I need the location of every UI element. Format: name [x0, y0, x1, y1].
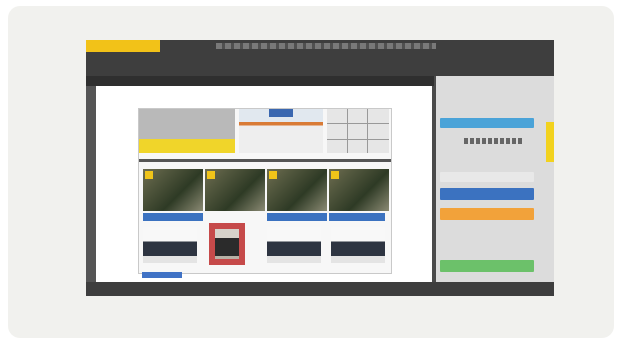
photo-5[interactable] — [143, 227, 197, 263]
properties-panel[interactable] — [436, 76, 554, 282]
left-rail — [86, 86, 96, 282]
photo-7[interactable] — [267, 227, 321, 263]
photo-6[interactable] — [209, 223, 245, 265]
section-divider — [139, 159, 391, 162]
panel-heading — [464, 138, 524, 144]
window-title — [216, 43, 436, 49]
caption-band-3 — [267, 213, 327, 221]
title-bar — [86, 40, 554, 76]
page-footer-logo — [142, 272, 182, 278]
panel-chip-light[interactable] — [440, 172, 534, 182]
photo-4[interactable] — [329, 169, 389, 211]
app-accent-tab[interactable] — [86, 40, 160, 52]
header-banner — [139, 109, 235, 139]
header-title-bar — [139, 139, 235, 153]
photo-8[interactable] — [331, 227, 385, 263]
panel-chip-top-blue[interactable] — [440, 118, 534, 128]
caption-band-4 — [329, 213, 385, 221]
header-table — [327, 109, 389, 153]
caption-band-1 — [143, 213, 203, 221]
photo-tag — [145, 171, 153, 179]
header-photo — [239, 109, 323, 153]
photo-tag — [331, 171, 339, 179]
document-canvas[interactable] — [96, 86, 432, 282]
ribbon-toolbar[interactable] — [86, 76, 434, 86]
photo-tag — [207, 171, 215, 179]
status-bar — [86, 282, 554, 296]
photo-tag — [269, 171, 277, 179]
app-window — [86, 40, 554, 296]
photo-1[interactable] — [143, 169, 203, 211]
document-page[interactable] — [138, 108, 392, 274]
panel-chip-blue[interactable] — [440, 188, 534, 200]
photo-3[interactable] — [267, 169, 327, 211]
panel-edge-accent — [546, 122, 554, 162]
panel-chip-orange[interactable] — [440, 208, 534, 220]
panel-chip-green[interactable] — [440, 260, 534, 272]
photo-2[interactable] — [205, 169, 265, 211]
